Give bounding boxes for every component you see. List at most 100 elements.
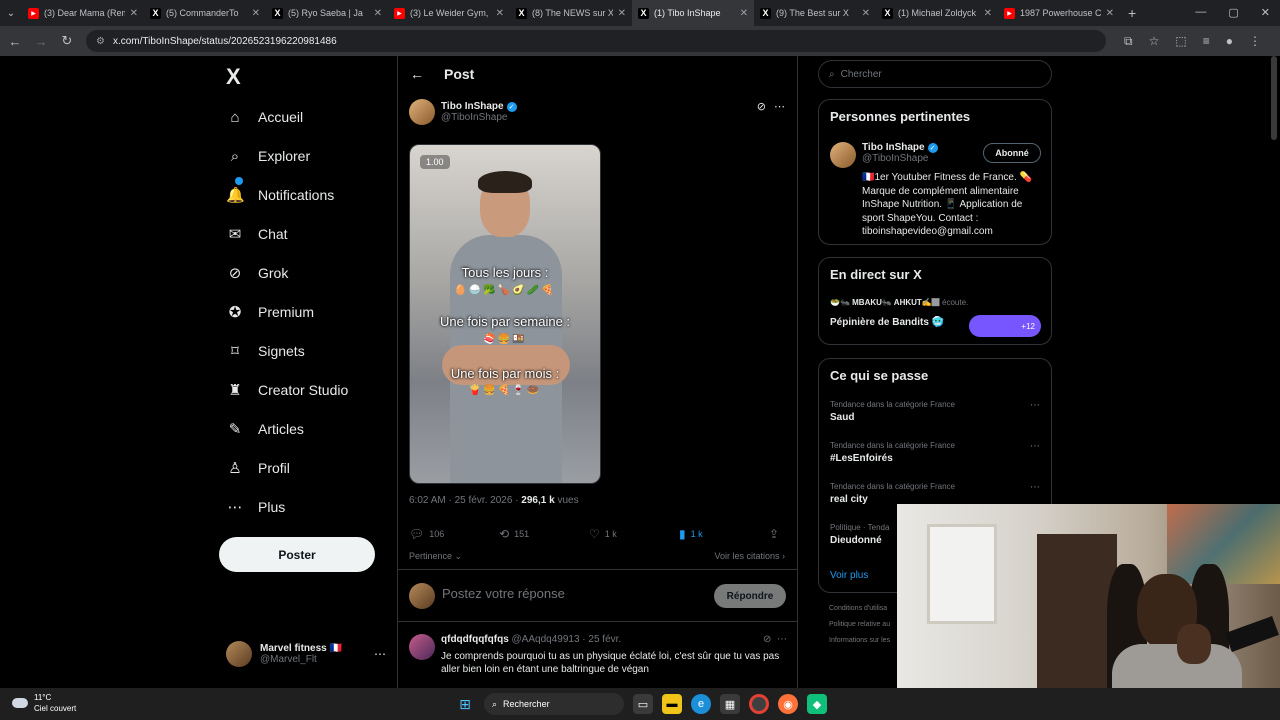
nav-item-notifications[interactable]: 🔔 Notifications bbox=[226, 177, 334, 208]
browser-tab[interactable]: ▶ (3) Le Weider Gym, c ✕ bbox=[388, 0, 510, 26]
new-tab-button[interactable]: + bbox=[1120, 5, 1144, 21]
media-icon[interactable]: ≡ bbox=[1203, 34, 1210, 49]
page-scrollbar[interactable] bbox=[1271, 60, 1277, 140]
star-icon[interactable]: ☆ bbox=[1149, 34, 1160, 49]
edge-icon[interactable]: e bbox=[691, 694, 711, 714]
extensions-icon[interactable]: ⬚ bbox=[1175, 34, 1186, 49]
live-space-name[interactable]: Pépinière de Bandits 🥶 bbox=[830, 317, 944, 328]
nav-item-explorer[interactable]: ⌕ Explorer bbox=[226, 143, 310, 169]
footer-info-link[interactable]: Informations sur les bbox=[829, 637, 890, 644]
back-arrow-icon[interactable]: ← bbox=[410, 66, 424, 82]
forward-icon[interactable]: → bbox=[34, 34, 48, 49]
like-action[interactable]: ♡ 1 k bbox=[589, 527, 679, 541]
nav-item-accueil[interactable]: ⌂ Accueil bbox=[226, 104, 303, 130]
playback-speed[interactable]: 1.00 bbox=[420, 155, 450, 169]
nav-item-chat[interactable]: ✉ Chat bbox=[226, 221, 288, 247]
close-tab-icon[interactable]: ✕ bbox=[1106, 8, 1114, 19]
relevant-name[interactable]: Tibo InShape bbox=[862, 142, 925, 153]
nav-item-signets[interactable]: ⌑ Signets bbox=[226, 338, 305, 364]
trend-item[interactable]: Tendance dans la catégorie France Saud ⋯ bbox=[830, 400, 1040, 423]
close-tab-icon[interactable]: ✕ bbox=[252, 8, 260, 19]
view-quotes-link[interactable]: Voir les citations › bbox=[714, 551, 785, 561]
author-name[interactable]: Tibo InShape bbox=[441, 101, 504, 112]
task-view-icon[interactable]: ▭ bbox=[633, 694, 653, 714]
nav-item-grok[interactable]: ⊘ Grok bbox=[226, 260, 289, 286]
footer-policy-link[interactable]: Politique relative au bbox=[829, 621, 890, 628]
avatar[interactable] bbox=[830, 142, 856, 168]
comment-author[interactable]: qfdqdfqqfqfqs bbox=[441, 634, 509, 645]
more-icon[interactable]: ⋯ bbox=[774, 100, 785, 113]
author-handle[interactable]: @TiboInShape bbox=[441, 112, 517, 123]
site-info-icon[interactable]: ⚙ bbox=[96, 36, 105, 47]
browser-tab[interactable]: X (5) Ryo Saeba | Ja ✕ bbox=[266, 0, 388, 26]
chrome-icon[interactable] bbox=[749, 694, 769, 714]
firefox-icon[interactable]: ◉ bbox=[778, 694, 798, 714]
post-time[interactable]: 6:02 AM · 25 févr. 2026 · bbox=[409, 495, 519, 506]
grok-icon[interactable]: ⊘ bbox=[757, 100, 766, 113]
close-tab-icon[interactable]: ✕ bbox=[496, 8, 504, 19]
windows-start-icon[interactable]: ⊞ bbox=[455, 694, 475, 714]
nav-item-profil[interactable]: ♙ Profil bbox=[226, 455, 290, 481]
live-join-button[interactable]: +12 bbox=[969, 315, 1041, 337]
trend-item[interactable]: Tendance dans la catégorie France real ci… bbox=[830, 482, 1040, 505]
search-input[interactable]: ⌕ Chercher bbox=[818, 60, 1052, 88]
close-tab-icon[interactable]: ✕ bbox=[984, 8, 992, 19]
close-tab-icon[interactable]: ✕ bbox=[862, 8, 870, 19]
browser-tab[interactable]: X (1) Michael Zoldyck ✕ bbox=[876, 0, 998, 26]
avatar[interactable] bbox=[409, 634, 435, 660]
maximize-icon[interactable]: ▢ bbox=[1228, 6, 1238, 19]
minimize-icon[interactable]: — bbox=[1195, 6, 1206, 19]
relevant-handle[interactable]: @TiboInShape bbox=[862, 153, 938, 164]
close-tab-icon[interactable]: ✕ bbox=[130, 8, 138, 19]
reply-action[interactable]: 💬︎ 106 bbox=[409, 527, 499, 541]
close-tab-icon[interactable]: ✕ bbox=[618, 8, 626, 19]
more-icon[interactable]: ⋯ bbox=[1030, 441, 1040, 452]
more-icon[interactable]: ⋯ bbox=[777, 634, 787, 645]
grok-icon[interactable]: ⊘ bbox=[763, 634, 771, 645]
store-icon[interactable]: ▦ bbox=[720, 694, 740, 714]
install-icon[interactable]: ⧉ bbox=[1124, 34, 1133, 49]
following-button[interactable]: Abonné bbox=[983, 143, 1041, 163]
post-video[interactable]: 1.00 Tous les jours : 🥚🍚🥦🍗🥑🥒🍕 Une fois p… bbox=[409, 144, 601, 484]
post-author[interactable]: Tibo InShape ✓ @TiboInShape bbox=[409, 99, 517, 125]
avatar[interactable] bbox=[409, 99, 435, 125]
x-logo-icon[interactable]: X bbox=[226, 64, 241, 90]
close-window-icon[interactable]: ✕ bbox=[1261, 6, 1270, 19]
nav-item-creator-studio[interactable]: ♜ Creator Studio bbox=[226, 377, 348, 403]
nav-item-plus[interactable]: ⋯ Plus bbox=[226, 494, 286, 520]
nav-item-articles[interactable]: ✎ Articles bbox=[226, 416, 304, 442]
trend-item[interactable]: Tendance dans la catégorie France #LesEnf… bbox=[830, 441, 1040, 464]
browser-tab[interactable]: X (8) The NEWS sur X ✕ bbox=[510, 0, 632, 26]
taskbar-search[interactable]: ⌕ Rechercher bbox=[484, 693, 624, 715]
bookmark-action[interactable]: ▮ 1 k bbox=[679, 527, 769, 541]
menu-icon[interactable]: ⋮ bbox=[1249, 34, 1261, 49]
browser-tab[interactable]: X (1) Tibo InShape ✕ bbox=[632, 0, 754, 26]
app-icon[interactable]: ◆ bbox=[807, 694, 827, 714]
close-tab-icon[interactable]: ✕ bbox=[740, 8, 748, 19]
close-tab-icon[interactable]: ✕ bbox=[374, 8, 382, 19]
browser-tab[interactable]: X (9) The Best sur X ✕ bbox=[754, 0, 876, 26]
post-button[interactable]: Poster bbox=[219, 537, 375, 572]
more-icon[interactable]: ⋯ bbox=[1030, 400, 1040, 411]
nav-item-premium[interactable]: ✪ Premium bbox=[226, 299, 314, 325]
back-icon[interactable]: ← bbox=[8, 34, 22, 49]
url-field[interactable]: ⚙ x.com/TiboInShape/status/2026523196220… bbox=[86, 30, 1106, 52]
repost-action[interactable]: ⟲ 151 bbox=[499, 527, 589, 541]
share-action[interactable]: ⇪ bbox=[769, 527, 779, 541]
browser-tab[interactable]: ▶ (3) Dear Mama (Rem ✕ bbox=[22, 0, 144, 26]
account-switcher[interactable]: Marvel fitness 🇫🇷 @Marvel_Flt ⋯ bbox=[226, 641, 386, 667]
profile-icon[interactable]: ● bbox=[1226, 34, 1233, 49]
tab-list-button[interactable]: ⌄ bbox=[0, 8, 22, 19]
more-icon[interactable]: ⋯ bbox=[1030, 482, 1040, 493]
footer-terms-link[interactable]: Conditions d'utilisa bbox=[829, 605, 887, 612]
reload-icon[interactable]: ↻ bbox=[60, 33, 74, 49]
browser-tab[interactable]: X (5) CommanderTo ✕ bbox=[144, 0, 266, 26]
reply-input[interactable]: Postez votre réponse bbox=[442, 586, 565, 601]
reply-button[interactable]: Répondre bbox=[714, 584, 786, 608]
weather-widget[interactable]: 11°C Ciel couvert bbox=[12, 692, 76, 714]
more-icon[interactable]: ⋯ bbox=[374, 647, 386, 661]
browser-tab[interactable]: ▶ 1987 Powerhouse Cl ✕ bbox=[998, 0, 1120, 26]
file-explorer-icon[interactable]: ▬ bbox=[662, 694, 682, 714]
sort-dropdown[interactable]: Pertinence ⌄ bbox=[409, 551, 462, 562]
see-more-link[interactable]: Voir plus bbox=[830, 570, 868, 581]
